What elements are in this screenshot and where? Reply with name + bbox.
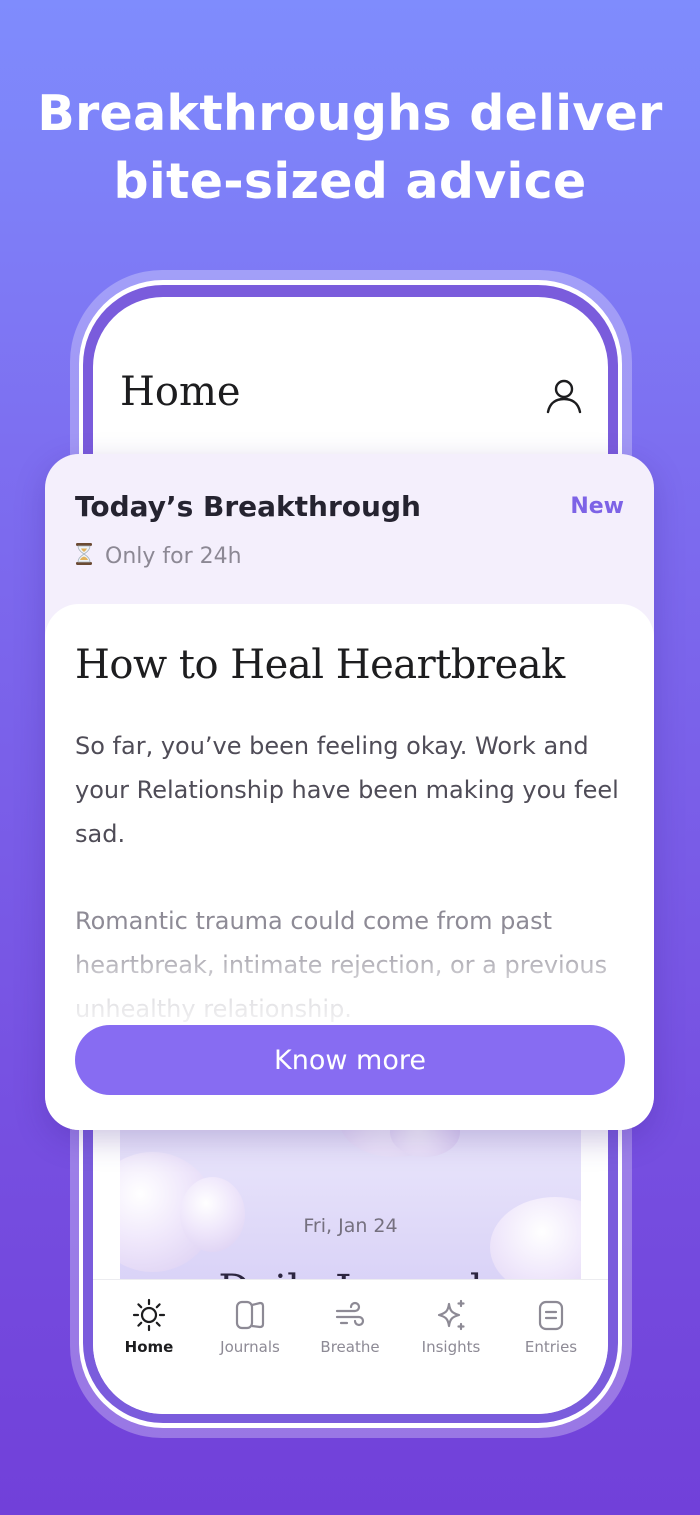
timer-label: Only for 24h [105, 544, 242, 569]
tab-breathe[interactable]: Breathe [300, 1298, 400, 1356]
profile-icon[interactable] [545, 377, 583, 415]
tab-label: Journals [220, 1338, 280, 1356]
page-title: Home [120, 369, 241, 415]
hourglass-icon [76, 543, 92, 565]
tab-label: Entries [524, 1338, 578, 1356]
tab-label: Insights [421, 1338, 481, 1356]
headline-line-1: Breakthroughs deliver [37, 85, 663, 142]
new-badge: New [570, 494, 624, 519]
tab-bar: Home Journals Breathe Insights Entries [93, 1279, 608, 1414]
wind-icon [335, 1301, 365, 1327]
article-paragraph: So far, you’ve been feeling okay. Work a… [75, 732, 619, 848]
entries-icon [538, 1300, 564, 1331]
journal-card[interactable]: Fri, Jan 24 Daily Journal [120, 1127, 581, 1287]
tab-insights[interactable]: Insights [401, 1298, 501, 1356]
article-title: How to Heal Heartbreak [75, 642, 565, 688]
headline: Breakthroughs deliver bite-sized advice [0, 80, 700, 216]
breakthrough-heading: Today’s Breakthrough [75, 490, 421, 523]
know-more-button[interactable]: Know more [75, 1025, 625, 1095]
tab-label: Home [124, 1338, 174, 1356]
breakthrough-card: Today’s Breakthrough New Only for 24h Ho… [45, 454, 654, 1130]
timer-row: Only for 24h [75, 542, 242, 569]
tab-label: Breathe [320, 1338, 380, 1356]
journal-date: Fri, Jan 24 [303, 1215, 398, 1237]
article-paragraph-faded: Romantic trauma could come from past hea… [75, 907, 608, 1023]
journals-icon [235, 1300, 265, 1330]
sun-icon [132, 1298, 166, 1332]
headline-line-2: bite-sized advice [113, 153, 587, 210]
breakthrough-content: How to Heal Heartbreak So far, you’ve be… [45, 604, 654, 1130]
sparkle-icon [437, 1299, 465, 1331]
tab-journals[interactable]: Journals [200, 1298, 300, 1356]
tab-entries[interactable]: Entries [501, 1298, 601, 1356]
tab-home[interactable]: Home [99, 1298, 199, 1356]
